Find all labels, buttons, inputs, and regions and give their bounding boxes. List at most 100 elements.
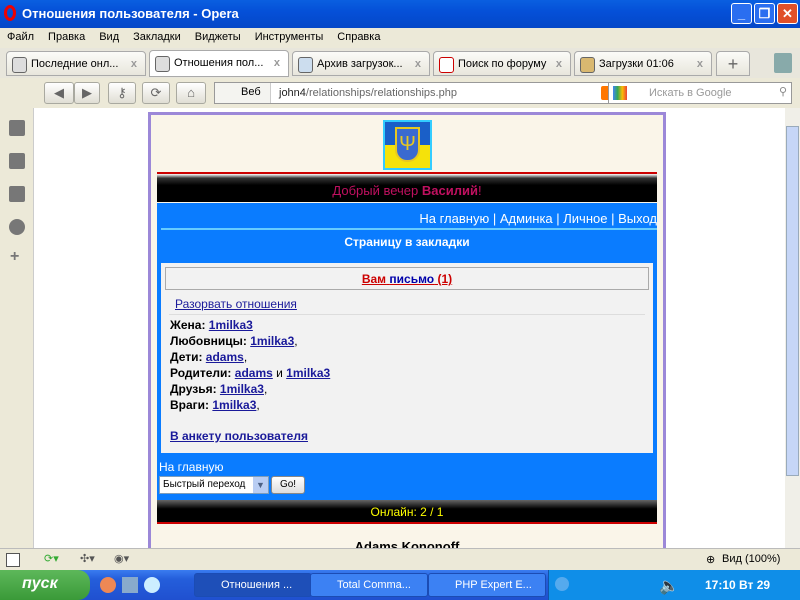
page-frame: Ψ Добрый вечер Василий! На главную | Адм… <box>148 112 666 548</box>
and-text: и <box>272 366 287 380</box>
main-box: На главную | Админка | Личное | Выход Ст… <box>157 203 657 500</box>
mail-link[interactable]: Вам письмо (1) <box>362 272 452 286</box>
tab-close-icon[interactable]: x <box>415 58 421 70</box>
maximize-button[interactable]: ❐ <box>754 3 775 24</box>
bookmarks-icon[interactable] <box>9 120 25 136</box>
start-button[interactable]: пуск <box>0 570 90 600</box>
turbo-icon[interactable]: ◉▾ <box>114 552 129 565</box>
mail-text: Вам <box>361 272 387 286</box>
title-bar: Отношения пользователя - Opera _ ❐ ✕ <box>0 0 800 28</box>
relation-children: Дети: adams, <box>170 349 330 365</box>
google-icon[interactable] <box>613 86 627 100</box>
taskbar-label: Total Comma... <box>337 579 411 591</box>
tray-expand-icon[interactable] <box>555 577 569 591</box>
comma: , <box>256 398 260 412</box>
quick-jump-select[interactable]: Быстрый переход ▼ <box>159 476 269 494</box>
minimize-button[interactable]: _ <box>731 3 752 24</box>
user-link[interactable]: 1milka3 <box>209 318 253 332</box>
user-link[interactable]: 1milka3 <box>212 398 256 412</box>
reload-button[interactable]: ⟳ <box>142 82 170 104</box>
top-nav: На главную | Админка | Личное | Выход <box>419 211 657 226</box>
url-host: john4 <box>279 87 306 99</box>
tab-close-icon[interactable]: x <box>274 57 280 69</box>
scrollbar-thumb[interactable] <box>786 126 799 476</box>
relation-label: Жена: <box>170 318 209 332</box>
menu-widgets[interactable]: Виджеты <box>188 28 248 43</box>
comma: , <box>294 334 298 348</box>
trash-icon[interactable] <box>774 53 792 73</box>
relation-label: Друзья: <box>170 382 220 396</box>
divider <box>161 228 657 230</box>
home-button[interactable]: ⌂ <box>176 82 206 104</box>
tab-relationships[interactable]: Отношения пол... x <box>149 50 289 77</box>
url-text: john4/relationships/relationships.php <box>279 87 457 99</box>
menu-view[interactable]: Вид <box>92 28 126 43</box>
downloads-icon[interactable] <box>9 186 25 202</box>
tab-forum-search[interactable]: Поиск по форуму x <box>433 51 571 76</box>
relations-list: Жена: 1milka3 Любовницы: 1milka3, Дети: … <box>170 317 330 413</box>
unite-icon[interactable]: ✣▾ <box>80 552 95 565</box>
quicklaunch-icon[interactable] <box>100 577 116 593</box>
history-icon[interactable] <box>9 219 25 235</box>
new-tab-button[interactable]: + <box>716 51 750 76</box>
quicklaunch-icon[interactable] <box>122 577 138 593</box>
search-icon[interactable]: ⚲ <box>779 85 787 98</box>
notes-icon[interactable] <box>9 153 25 169</box>
user-profile-link[interactable]: В анкету пользователя <box>170 429 308 443</box>
user-link[interactable]: adams <box>206 350 244 364</box>
tab-close-icon[interactable]: x <box>556 58 562 70</box>
quicklaunch-icon[interactable] <box>144 577 160 593</box>
wand-key-button[interactable]: ⚷ <box>108 82 136 104</box>
divider <box>169 314 645 315</box>
taskbar: пуск Отношения ... Total Comma... PHP Ex… <box>0 570 800 600</box>
panel-toggle-icon[interactable] <box>6 553 20 567</box>
vertical-scrollbar[interactable] <box>785 108 800 548</box>
tab-recent-online[interactable]: Последние онл... x <box>6 51 146 76</box>
greeting-suffix: ! <box>477 183 482 198</box>
zoom-level[interactable]: Вид (100%) <box>722 553 780 565</box>
taskbar-item-opera[interactable]: Отношения ... <box>194 573 312 597</box>
close-button[interactable]: ✕ <box>777 3 798 24</box>
search-field[interactable]: Искать в Google ⚲ <box>608 82 792 104</box>
menu-edit[interactable]: Правка <box>41 28 92 43</box>
volume-icon[interactable]: 🔈 <box>659 576 679 596</box>
relation-label: Родители: <box>170 366 235 380</box>
add-panel-icon[interactable]: + <box>10 248 19 266</box>
menu-tools[interactable]: Инструменты <box>248 28 331 43</box>
page-icon <box>155 56 170 72</box>
go-button[interactable]: Go! <box>271 476 305 494</box>
back-button[interactable]: ◀ <box>44 82 74 104</box>
bookmark-page-link[interactable]: Страницу в закладки <box>157 235 657 249</box>
user-name: Василий <box>421 183 478 198</box>
taskbar-item-php-expert[interactable]: PHP Expert E... <box>428 573 546 597</box>
user-link[interactable]: 1milka3 <box>220 382 264 396</box>
tab-close-icon[interactable]: x <box>131 58 137 70</box>
mail-text: письмо <box>389 272 435 286</box>
user-link[interactable]: 1milka3 <box>286 366 330 380</box>
user-link[interactable]: 1milka3 <box>250 334 294 348</box>
address-field[interactable]: Веб john4/relationships/relationships.ph… <box>214 82 634 104</box>
menu-bookmarks[interactable]: Закладки <box>126 28 188 43</box>
menu-file[interactable]: Файл <box>0 28 41 43</box>
menu-help[interactable]: Справка <box>330 28 387 43</box>
url-path: /relationships/relationships.php <box>305 87 457 99</box>
user-link[interactable]: adams <box>235 366 273 380</box>
nav-personal-link[interactable]: Личное <box>563 211 607 226</box>
zoom-icon[interactable]: ⊕ <box>706 553 715 566</box>
tab-download-archive[interactable]: Архив загрузок... x <box>292 51 430 76</box>
break-relations-link[interactable]: Разорвать отношения <box>175 297 297 311</box>
forward-button[interactable]: ▶ <box>74 82 100 104</box>
tab-downloads[interactable]: Загрузки 01:06 x <box>574 51 712 76</box>
tab-close-icon[interactable]: x <box>697 58 703 70</box>
greeting-text: Добрый вечер <box>332 183 422 198</box>
relation-label: Дети: <box>170 350 206 364</box>
download-icon <box>580 57 595 73</box>
taskbar-item-total-commander[interactable]: Total Comma... <box>310 573 428 597</box>
relations-panel: Вам письмо (1) Разорвать отношения Жена:… <box>161 263 653 453</box>
web-content: Ψ Добрый вечер Василий! На главную | Адм… <box>34 108 785 548</box>
nav-logout-link[interactable]: Выход <box>618 211 657 226</box>
sync-icon[interactable]: ⟳▾ <box>44 552 59 565</box>
home-link[interactable]: На главную <box>159 460 223 474</box>
nav-admin-link[interactable]: Админка <box>500 211 553 226</box>
nav-home-link[interactable]: На главную <box>419 211 489 226</box>
